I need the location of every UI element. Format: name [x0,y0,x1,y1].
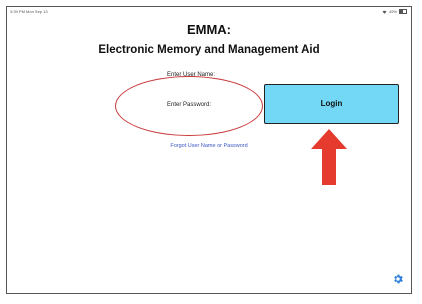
status-time: 3:39 PM Mon Sep 13 [10,9,48,14]
wifi-icon [382,10,387,14]
battery-percent: 49% [388,9,397,14]
status-indicators: 49% [382,9,407,14]
status-bar: 3:39 PM Mon Sep 13 49% [7,7,411,15]
battery-icon [399,9,407,14]
forgot-credentials-link[interactable]: Forgot User Name or Password [7,143,411,149]
login-button[interactable]: Login [264,84,399,124]
gear-icon[interactable] [392,273,404,285]
arrow-up-icon [311,129,347,185]
username-label: Enter User Name: [167,72,216,78]
app-screen: 3:39 PM Mon Sep 13 49% EMMA: Electronic … [6,6,412,294]
page-title: EMMA: [186,22,232,37]
password-field[interactable]: Enter Password: [163,97,259,129]
password-label: Enter Password: [167,102,212,108]
username-field[interactable]: Enter User Name: [163,67,259,99]
page-subtitle: Electronic Memory and Management Aid [98,44,320,56]
